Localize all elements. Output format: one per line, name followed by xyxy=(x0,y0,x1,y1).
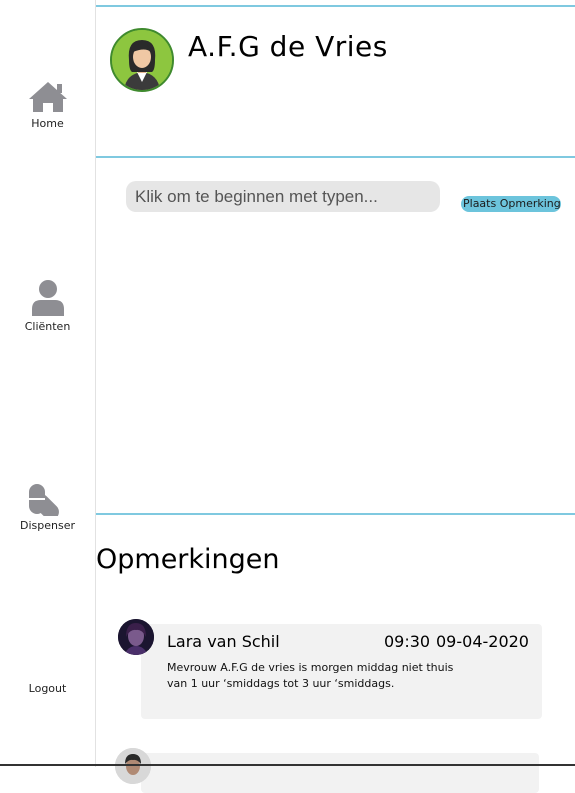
client-avatar xyxy=(110,28,174,92)
sidebar-item-label: Cliënten xyxy=(24,320,71,333)
comment-card: Lara van Schil 09:30 09-04-2020 Mevrouw … xyxy=(118,619,542,719)
comment-card xyxy=(115,748,539,793)
client-name: A.F.G de Vries xyxy=(188,30,388,63)
author-photo-icon xyxy=(118,619,154,655)
comment-input[interactable] xyxy=(126,181,440,212)
logout-label: Logout xyxy=(28,682,67,695)
window-bottom-edge xyxy=(0,764,575,766)
divider xyxy=(96,156,575,158)
sidebar: Home Cliënten Dispenser Logout xyxy=(0,0,96,767)
post-comment-button[interactable]: Plaats Opmerking xyxy=(461,196,561,212)
divider xyxy=(96,5,575,7)
sidebar-item-dispenser[interactable]: Dispenser xyxy=(0,482,95,532)
author-avatar xyxy=(115,748,151,784)
home-icon xyxy=(28,82,67,112)
sidebar-item-home[interactable]: Home xyxy=(0,80,95,130)
comments-title: Opmerkingen xyxy=(96,544,280,575)
user-icon xyxy=(31,280,64,316)
comment-date: 09-04-2020 xyxy=(436,632,529,651)
comment-time: 09:30 xyxy=(384,632,431,651)
comment-author: Lara van Schil xyxy=(167,632,280,651)
sidebar-item-clients[interactable]: Cliënten xyxy=(0,279,95,333)
comment-body: Mevrouw A.F.G de vries is morgen middag … xyxy=(167,661,454,690)
main-content: A.F.G de Vries Plaats Opmerking Opmerkin… xyxy=(96,0,575,793)
logout-button[interactable]: Logout xyxy=(0,679,95,695)
author-avatar xyxy=(118,619,154,655)
sidebar-item-label: Home xyxy=(31,117,64,130)
pills-icon xyxy=(28,484,59,516)
female-avatar-icon xyxy=(112,30,172,90)
sidebar-item-label: Dispenser xyxy=(20,519,75,532)
author-photo-icon xyxy=(115,748,151,784)
divider xyxy=(96,513,575,515)
